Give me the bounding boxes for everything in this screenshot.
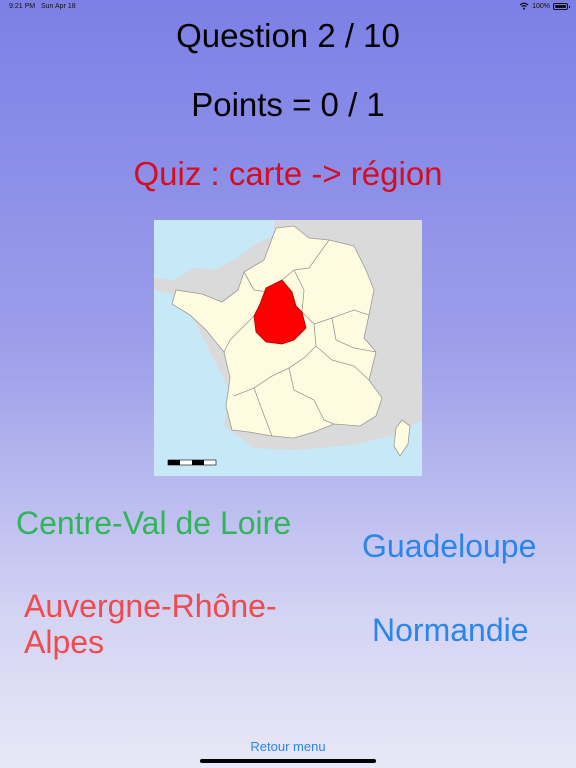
status-date: Sun Apr 18 [41,3,76,10]
wifi-icon [519,2,529,10]
scale-bar [167,459,217,466]
answer-button-2[interactable]: Auvergne-Rhône-Alpes [24,588,324,660]
battery-icon [553,2,570,10]
battery-fill [555,4,566,8]
back-to-menu-button[interactable]: Retour menu [0,739,576,754]
region-map [154,220,422,476]
quiz-title: Quiz : carte -> région [133,155,443,192]
home-indicator [200,759,376,763]
answer-button-1[interactable]: Centre-Val de Loire [16,505,291,541]
answer-button-4[interactable]: Normandie [372,612,529,648]
status-time: 9:21 PM [9,3,36,10]
battery-percent: 100% [532,2,550,10]
status-bar: 9:21 PM Sun Apr 18 100% [0,0,576,14]
answer-button-3[interactable]: Guadeloupe [362,528,536,564]
question-counter: Question 2 / 10 [176,17,400,54]
points-score: Points = 0 / 1 [191,86,385,123]
status-right: 100% [519,2,570,10]
